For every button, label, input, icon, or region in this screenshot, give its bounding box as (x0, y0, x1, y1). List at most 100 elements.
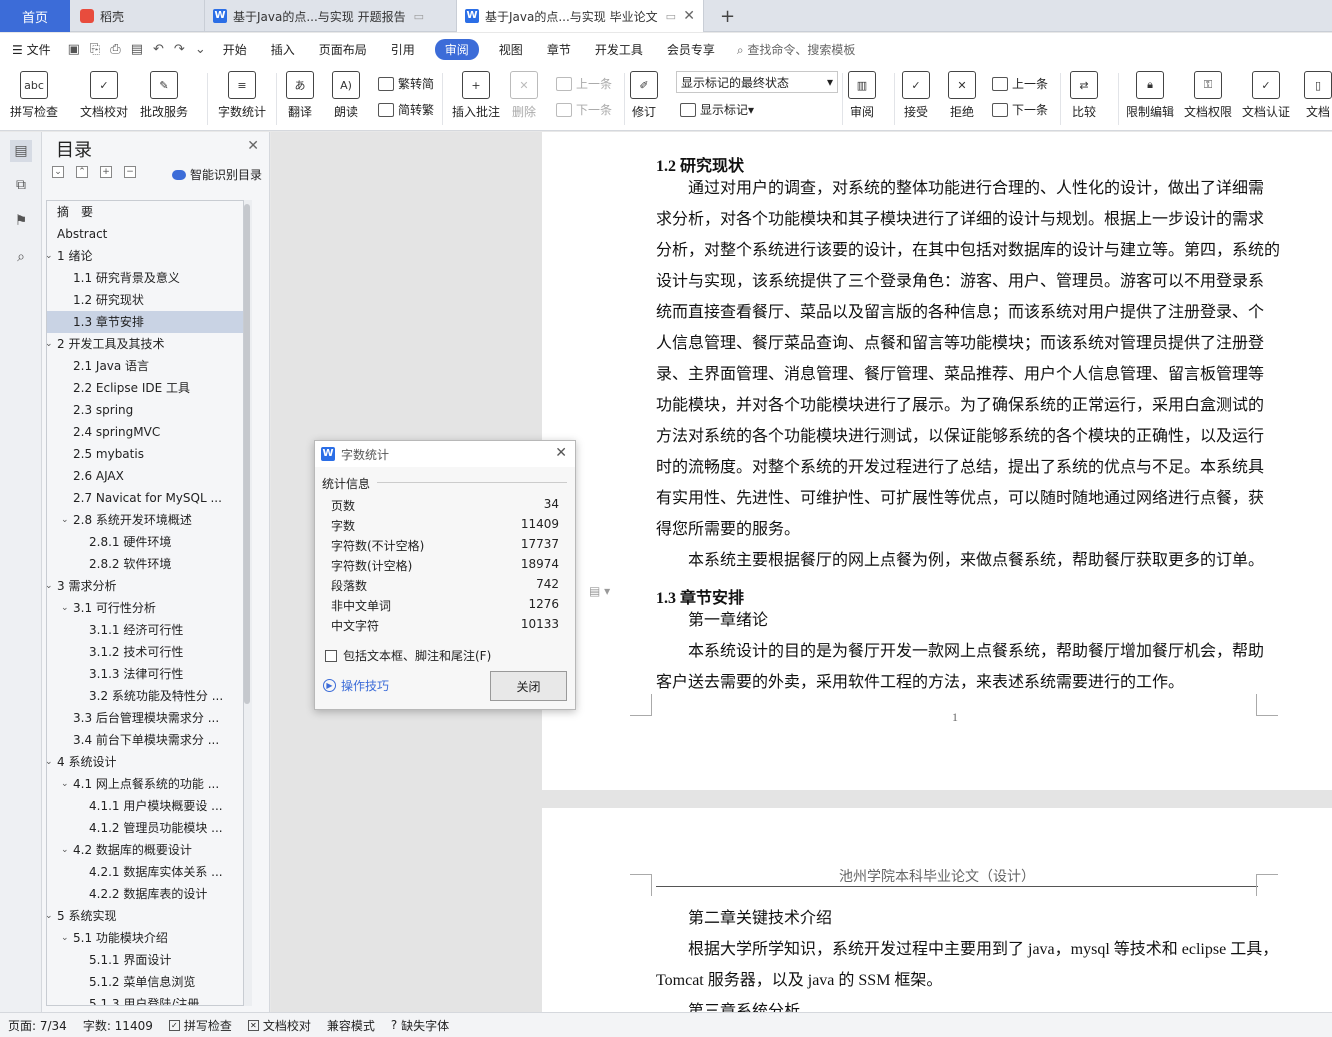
close-tab-icon[interactable]: ✕ (683, 8, 695, 24)
menu-review[interactable]: 审阅 (434, 38, 479, 60)
chevron-down-icon[interactable]: ⌄ (61, 509, 71, 531)
new-tab-button[interactable]: + (712, 4, 736, 28)
delete-comment-button[interactable]: ✕ 删除 (510, 71, 538, 120)
document-page[interactable]: 1.2 研究现状 通过对用户的调查，对系统的整体功能进行合理的、人性化的设计，做出… (542, 132, 1332, 790)
markup-state-select[interactable]: 显示标记的最终状态 ▾ (676, 71, 838, 93)
next-comment-button[interactable]: 下一条 (556, 101, 612, 118)
toc-item[interactable]: ⌄1 绪论 (47, 245, 243, 267)
status-spell-check[interactable]: ✓ 拼写检查 (161, 1017, 240, 1034)
word-count-button[interactable]: ≡ 字数统计 (218, 71, 266, 120)
reject-button[interactable]: ✕ 拒绝 (948, 71, 976, 120)
toc-item[interactable]: ⌄ 3.1 可行性分析 (47, 597, 243, 619)
menu-member[interactable]: 会员专享 (655, 41, 727, 58)
expand-all-icon[interactable]: ⌃ (76, 166, 88, 178)
prev-change-button[interactable]: 上一条 (992, 75, 1048, 92)
paragraph-options-icon[interactable]: ▤ ▾ (589, 584, 610, 598)
close-icon[interactable]: ✕ (247, 138, 259, 154)
search-icon[interactable]: ⌕ (10, 246, 32, 268)
chevron-down-icon[interactable]: ⌄ (47, 245, 55, 267)
spell-check-button[interactable]: abc 拼写检查 (10, 71, 58, 120)
toc-item[interactable]: 4.1.1 用户模块概要设 ... (47, 795, 243, 817)
toc-item[interactable]: 2.4 springMVC (47, 421, 243, 443)
export-icon[interactable]: ⎘ (85, 42, 105, 57)
restrict-edit-button[interactable]: 🔒︎ 限制编辑 (1126, 71, 1174, 120)
review-pane-button[interactable]: ▥ 审阅 (848, 71, 876, 120)
status-doc-check[interactable]: ✕ 文档校对 (240, 1017, 319, 1034)
chevron-down-icon[interactable]: ⌄ (61, 597, 71, 619)
simplified-to-traditional-button[interactable]: 简转繁 (378, 101, 434, 118)
smart-toc-button[interactable]: 智能识别目录 (172, 166, 262, 183)
missing-font[interactable]: ? 缺失字体 (383, 1017, 457, 1034)
document-page[interactable]: 池州学院本科毕业论文（设计） 第二章关键技术介绍 根据大学所学知识，系统开发过程中… (542, 808, 1332, 1012)
toc-item[interactable]: ⌄4 系统设计 (47, 751, 243, 773)
menu-start[interactable]: 开始 (211, 41, 259, 58)
chevron-down-icon[interactable]: ⌄ (47, 575, 55, 597)
tab-document-thesis[interactable]: W 基于Java的点...与实现 毕业论文 ▭ ✕ (456, 0, 704, 32)
toc-item[interactable]: 3.4 前台下单模块需求分 ... (47, 729, 243, 751)
toc-item[interactable]: 5.1.2 菜单信息浏览 (47, 971, 243, 993)
close-button[interactable]: 关闭 (490, 671, 567, 701)
toc-item[interactable]: ⌄2 开发工具及其技术 (47, 333, 243, 355)
toc-item[interactable]: 5.1.3 用户登陆/注册 (47, 993, 243, 1005)
menu-chapter[interactable]: 章节 (535, 41, 583, 58)
toc-item[interactable]: ⌄5 系统实现 (47, 905, 243, 927)
word-count-indicator[interactable]: 字数: 11409 (75, 1017, 161, 1034)
toc-item[interactable]: 2.6 AJAX (47, 465, 243, 487)
insert-comment-button[interactable]: + 插入批注 (452, 71, 500, 120)
page-indicator[interactable]: 页面: 7/34 (0, 1017, 75, 1034)
redo-icon[interactable]: ↷ (169, 42, 190, 57)
chevron-down-icon[interactable]: ⌄ (47, 333, 55, 355)
toc-item[interactable]: 4.2.2 数据库表的设计 (47, 883, 243, 905)
toc-item[interactable]: 1.3 章节安排 (47, 311, 243, 333)
doc-more-button[interactable]: ▯ 文档 (1304, 71, 1332, 120)
menu-view[interactable]: 视图 (487, 41, 535, 58)
remove-heading-icon[interactable]: − (124, 166, 136, 178)
toc-item[interactable]: 1.1 研究背景及意义 (47, 267, 243, 289)
toc-panel-icon[interactable]: ▤ (10, 140, 32, 162)
save-icon[interactable]: ▣ (63, 42, 85, 57)
chevron-down-icon[interactable]: ⌄ (61, 839, 71, 861)
toc-item[interactable]: ⌄ 4.2 数据库的概要设计 (47, 839, 243, 861)
prev-comment-button[interactable]: 上一条 (556, 75, 612, 92)
tab-daoke[interactable]: 稻壳 (72, 0, 202, 32)
chevron-down-icon[interactable]: ⌄ (47, 751, 55, 773)
accept-button[interactable]: ✓ 接受 (902, 71, 930, 120)
toc-item[interactable]: 摘 要 (47, 201, 243, 223)
correction-service-button[interactable]: ✎ 批改服务 (140, 71, 188, 120)
toc-item[interactable]: 3.1.1 经济可行性 (47, 619, 243, 641)
toc-item[interactable]: 2.2 Eclipse IDE 工具 (47, 377, 243, 399)
next-change-button[interactable]: 下一条 (992, 101, 1048, 118)
track-changes-button[interactable]: ✐ 修订 (630, 71, 658, 120)
toc-item[interactable]: 2.8.2 软件环境 (47, 553, 243, 575)
chevron-down-icon[interactable]: ⌄ (47, 905, 55, 927)
include-textbox-checkbox[interactable]: 包括文本框、脚注和尾注(F) (325, 647, 491, 664)
chapter-nav-icon[interactable]: ⧉ (10, 174, 32, 196)
compare-button[interactable]: ⇄ 比较 (1070, 71, 1098, 120)
toc-item[interactable]: 2.1 Java 语言 (47, 355, 243, 377)
toc-item[interactable]: 3.1.3 法律可行性 (47, 663, 243, 685)
tab-document-proposal[interactable]: W 基于Java的点...与实现 开题报告 ▭ (204, 0, 454, 32)
compat-mode[interactable]: 兼容模式 (319, 1017, 383, 1034)
tab-home[interactable]: 首页 (0, 0, 70, 32)
read-aloud-button[interactable]: A) 朗读 (332, 71, 360, 120)
undo-icon[interactable]: ↶ (148, 42, 169, 57)
toc-item[interactable]: 2.8.1 硬件环境 (47, 531, 243, 553)
toc-item[interactable]: 2.3 spring (47, 399, 243, 421)
checkbox[interactable] (325, 649, 337, 662)
dialog-close-icon[interactable]: ✕ (555, 445, 567, 461)
doc-cert-button[interactable]: ✓ 文档认证 (1242, 71, 1290, 120)
add-heading-icon[interactable]: + (100, 166, 112, 178)
toc-item[interactable]: ⌄ 2.8 系统开发环境概述 (47, 509, 243, 531)
doc-check-button[interactable]: ✓ 文档校对 (80, 71, 128, 120)
toc-item[interactable]: Abstract (47, 223, 243, 245)
file-menu[interactable]: ☰ 文件 (0, 41, 63, 58)
toc-item[interactable]: ⌄ 4.1 网上点餐系统的功能 ... (47, 773, 243, 795)
collapse-all-icon[interactable]: ⌄ (52, 166, 64, 178)
toc-item[interactable]: ⌄3 需求分析 (47, 575, 243, 597)
toc-item[interactable]: 1.2 研究现状 (47, 289, 243, 311)
doc-rights-button[interactable]: ⚿ 文档权限 (1184, 71, 1232, 120)
chevron-down-icon[interactable]: ⌄ (61, 773, 71, 795)
menu-layout[interactable]: 页面布局 (307, 41, 379, 58)
command-search[interactable]: ⌕ 查找命令、搜索模板 (737, 41, 856, 58)
tips-link[interactable]: ▶ 操作技巧 (323, 677, 389, 694)
